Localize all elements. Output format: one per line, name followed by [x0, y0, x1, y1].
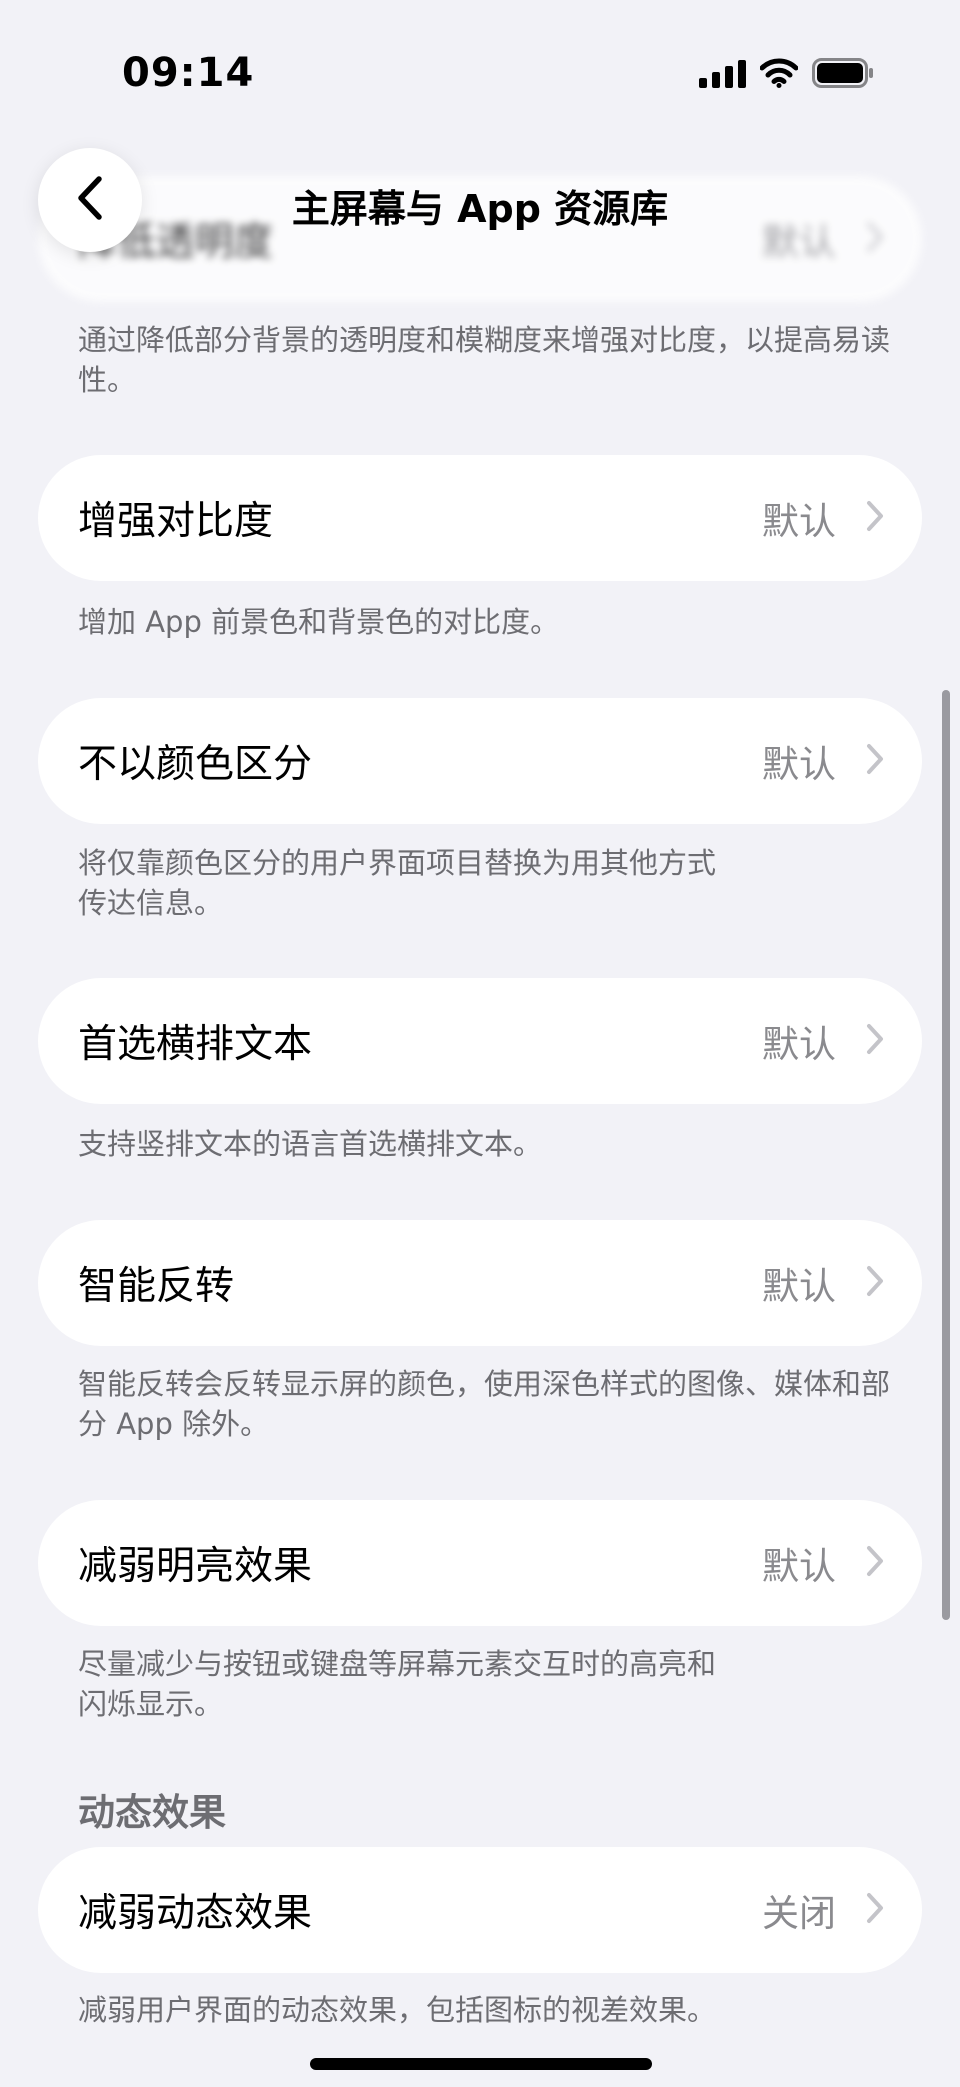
chevron-right-icon: [866, 743, 884, 779]
chevron-right-icon: [866, 1023, 884, 1059]
status-bar: 09:14: [0, 0, 960, 150]
status-time: 09:14: [122, 50, 255, 96]
row-value: 默认: [762, 743, 836, 786]
chevron-right-icon: [866, 1545, 884, 1581]
row-footer-line: 将仅靠颜色区分的用户界面项目替换为用其他方式: [78, 846, 717, 880]
page-title: 主屏幕与 App 资源库: [291, 187, 669, 231]
row-reduce-motion[interactable]: 减弱动态效果 关闭: [38, 1847, 922, 1973]
navigation-bar: 主屏幕与 App 资源库: [0, 140, 960, 260]
row-prefer-horizontal-text[interactable]: 首选横排文本 默认: [38, 978, 922, 1104]
settings-screen: 降低透明度 默认 通过降低部分背景的透明度和模糊度来增强对比度，以提高易读性。 …: [0, 0, 960, 2087]
row-footer: 通过降低部分背景的透明度和模糊度来增强对比度，以提高易读性。: [78, 323, 891, 397]
chevron-right-icon: [866, 1265, 884, 1301]
row-reduce-white-point[interactable]: 减弱明亮效果 默认: [38, 1500, 922, 1626]
row-value: 关闭: [762, 1892, 836, 1935]
row-footer: 减弱用户界面的动态效果，包括图标的视差效果。: [78, 1993, 717, 2027]
row-value: 默认: [762, 500, 836, 543]
row-value: 默认: [762, 1023, 836, 1066]
row-footer-line: 传达信息。: [78, 886, 224, 920]
home-indicator[interactable]: [310, 2058, 652, 2070]
row-footer-line: 闪烁显示。: [78, 1687, 224, 1721]
row-value: 默认: [762, 1265, 836, 1308]
row-title: 不以颜色区分: [78, 742, 313, 787]
row-footer: 尽量减少与按钮或键盘等屏幕元素交互时的高亮和 闪烁显示。: [78, 1644, 898, 1724]
row-title: 增强对比度: [78, 499, 274, 544]
row-smart-invert[interactable]: 智能反转 默认: [38, 1220, 922, 1346]
signal-icon: [699, 58, 746, 88]
row-increase-contrast[interactable]: 增强对比度 默认: [38, 455, 922, 581]
chevron-right-icon: [866, 1892, 884, 1928]
row-title: 减弱明亮效果: [78, 1544, 313, 1589]
row-footer: 将仅靠颜色区分的用户界面项目替换为用其他方式 传达信息。: [78, 843, 898, 923]
row-footer: 智能反转会反转显示屏的颜色，使用深色样式的图像、媒体和部分 App 除外。: [78, 1367, 891, 1441]
row-title: 智能反转: [78, 1264, 235, 1309]
row-title: 首选横排文本: [78, 1022, 313, 1067]
section-header-motion: 动态效果: [78, 1791, 226, 1834]
battery-icon: [812, 58, 874, 88]
chevron-right-icon: [866, 500, 884, 536]
row-footer: 增加 App 前景色和背景色的对比度。: [78, 605, 560, 639]
row-differentiate-without-color[interactable]: 不以颜色区分 默认: [38, 698, 922, 824]
row-title: 减弱动态效果: [78, 1891, 313, 1936]
status-icons: [699, 58, 874, 88]
wifi-icon: [760, 58, 798, 88]
row-footer-line: 尽量减少与按钮或键盘等屏幕元素交互时的高亮和: [78, 1647, 717, 1681]
row-value: 默认: [762, 1545, 836, 1588]
scrollbar[interactable]: [942, 690, 950, 1620]
row-footer: 支持竖排文本的语言首选横排文本。: [78, 1127, 543, 1161]
